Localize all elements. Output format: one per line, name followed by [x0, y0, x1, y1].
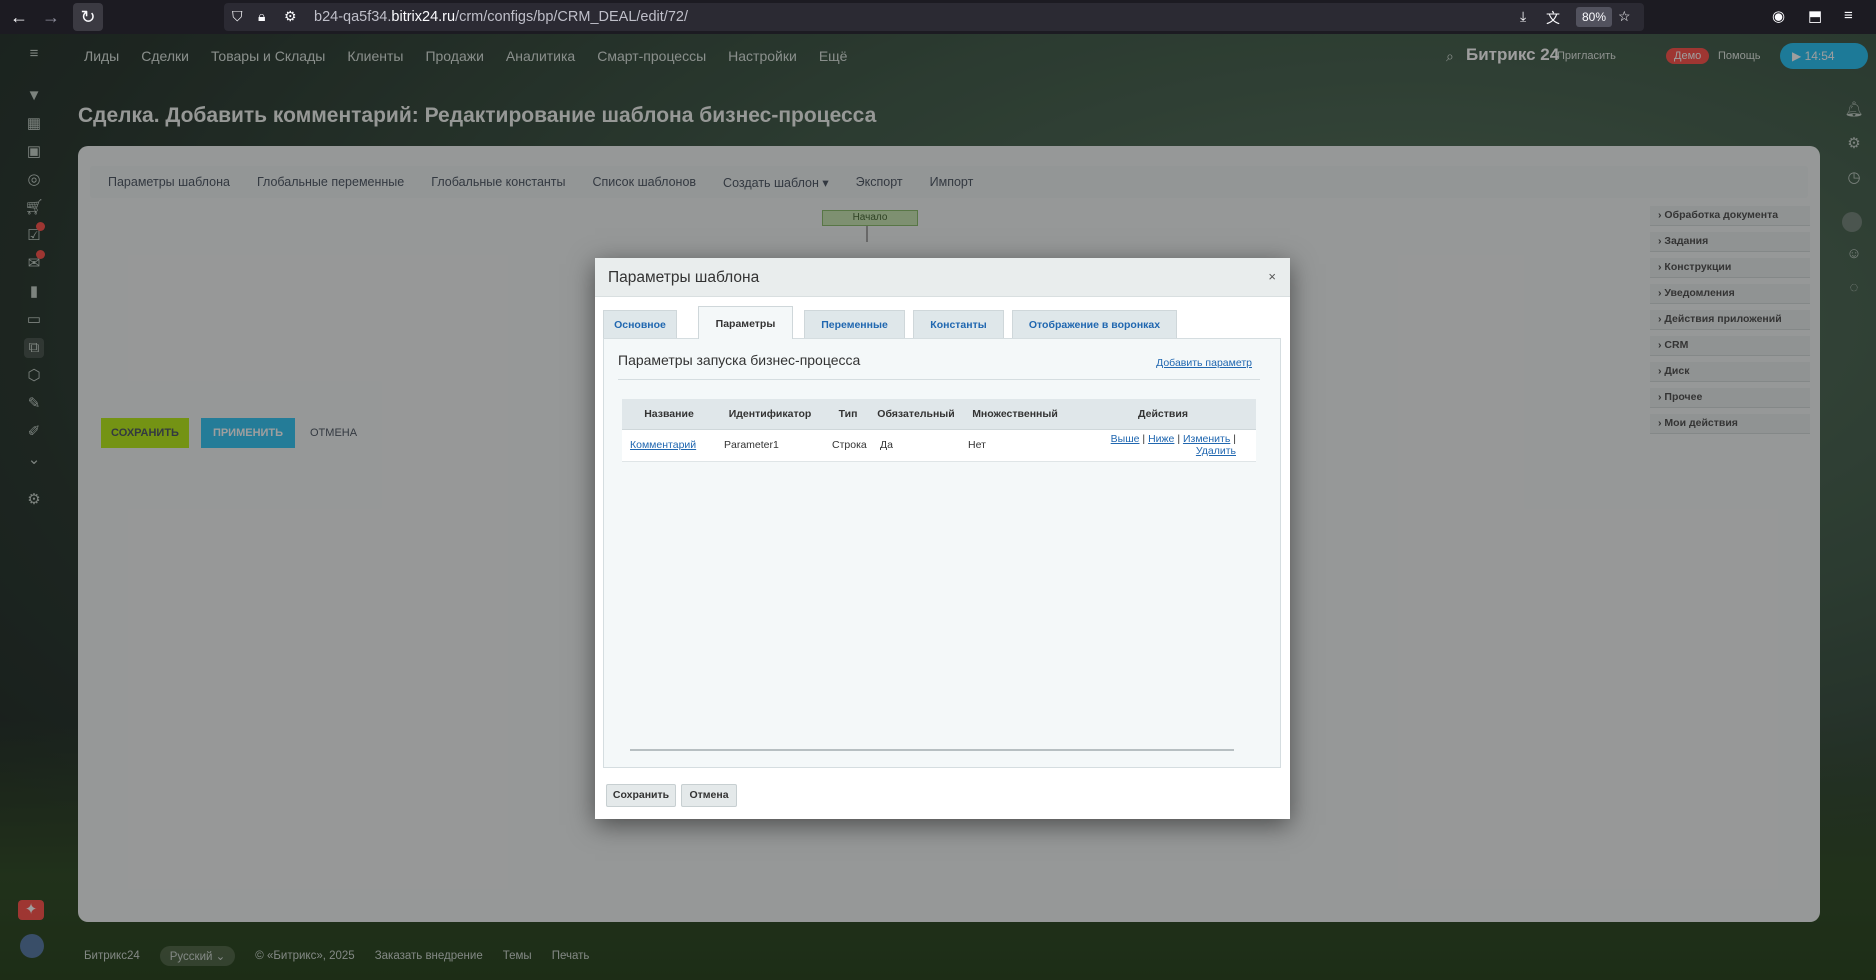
col-type: Тип: [824, 399, 872, 430]
parameters-table: Название Идентификатор Тип Обязательный …: [622, 399, 1256, 462]
lock-icon[interactable]: 🔒︎: [258, 8, 265, 25]
template-params-dialog: Параметры шаблона × Основное Параметры П…: [595, 258, 1290, 819]
table-header-row: Название Идентификатор Тип Обязательный …: [622, 399, 1256, 430]
url-path: /crm/configs/bp/CRM_DEAL/edit/72/: [455, 9, 688, 25]
back-arrow-icon[interactable]: ←: [4, 3, 34, 31]
cell-multiple: Нет: [960, 429, 1070, 462]
separator: |: [1177, 433, 1181, 445]
separator: |: [1233, 433, 1236, 445]
separator: |: [1142, 433, 1146, 445]
move-up-link[interactable]: Выше: [1111, 433, 1140, 445]
shield-icon[interactable]: ⛉: [232, 8, 243, 25]
close-icon[interactable]: ×: [1268, 269, 1276, 284]
divider: [618, 379, 1260, 380]
bookmark-star-icon[interactable]: ☆: [1618, 8, 1631, 25]
account-icon[interactable]: ◉: [1772, 7, 1785, 25]
cell-type: Строка: [824, 429, 872, 462]
url-host-prefix: b24-qa5f34.: [314, 9, 392, 25]
tab-constants[interactable]: Константы: [913, 310, 1004, 338]
cell-required: Да: [872, 429, 960, 462]
permissions-icon[interactable]: ⚙: [284, 8, 297, 25]
menu-icon[interactable]: ≡: [1844, 7, 1853, 24]
dialog-header: Параметры шаблона ×: [595, 258, 1290, 297]
parameter-name-link[interactable]: Комментарий: [630, 439, 696, 451]
edit-link[interactable]: Изменить: [1183, 433, 1230, 445]
translate-icon[interactable]: 文: [1546, 8, 1560, 28]
tab-main[interactable]: Основное: [603, 310, 677, 338]
download-page-icon[interactable]: ⤓: [1520, 8, 1526, 25]
section-title: Параметры запуска бизнес-процесса: [618, 352, 861, 368]
col-name: Название: [622, 399, 716, 430]
table-row: Комментарий Parameter1 Строка Да Нет Выш…: [622, 429, 1256, 462]
url-domain: bitrix24.ru: [391, 9, 456, 25]
tab-variables[interactable]: Переменные: [804, 310, 905, 338]
reload-icon[interactable]: ↻: [73, 3, 103, 31]
url-bar[interactable]: ⛉ 🔒︎ ⚙ b24-qa5f34.bitrix24.ru/crm/config…: [224, 3, 1644, 31]
horizontal-scrollbar[interactable]: [630, 749, 1234, 751]
dialog-title: Параметры шаблона: [608, 269, 760, 286]
delete-link[interactable]: Удалить: [1196, 445, 1236, 457]
extensions-icon[interactable]: ⬒: [1808, 7, 1822, 25]
tab-parameters[interactable]: Параметры: [698, 306, 793, 339]
browser-toolbar: ← → ↻ ⛉ 🔒︎ ⚙ b24-qa5f34.bitrix24.ru/crm/…: [0, 0, 1876, 34]
zoom-level[interactable]: 80%: [1576, 7, 1613, 27]
cell-actions: Выше | Ниже | Изменить | Удалить: [1070, 429, 1256, 462]
tab-funnel-display[interactable]: Отображение в воронках: [1012, 310, 1177, 338]
col-required: Обязательный: [872, 399, 960, 430]
add-parameter-link[interactable]: Добавить параметр: [1156, 357, 1252, 369]
cell-identifier: Parameter1: [716, 429, 824, 462]
parameters-panel: Параметры запуска бизнес-процесса Добави…: [603, 338, 1281, 768]
dialog-cancel-button[interactable]: Отмена: [681, 784, 737, 807]
col-multiple: Множественный: [960, 399, 1070, 430]
col-actions: Действия: [1070, 399, 1256, 430]
cell-name: Комментарий: [622, 429, 716, 462]
col-identifier: Идентификатор: [716, 399, 824, 430]
url-text[interactable]: b24-qa5f34.bitrix24.ru/crm/configs/bp/CR…: [314, 9, 688, 25]
move-down-link[interactable]: Ниже: [1148, 433, 1174, 445]
dialog-save-button[interactable]: Сохранить: [606, 784, 676, 807]
forward-arrow-icon[interactable]: →: [36, 3, 66, 31]
